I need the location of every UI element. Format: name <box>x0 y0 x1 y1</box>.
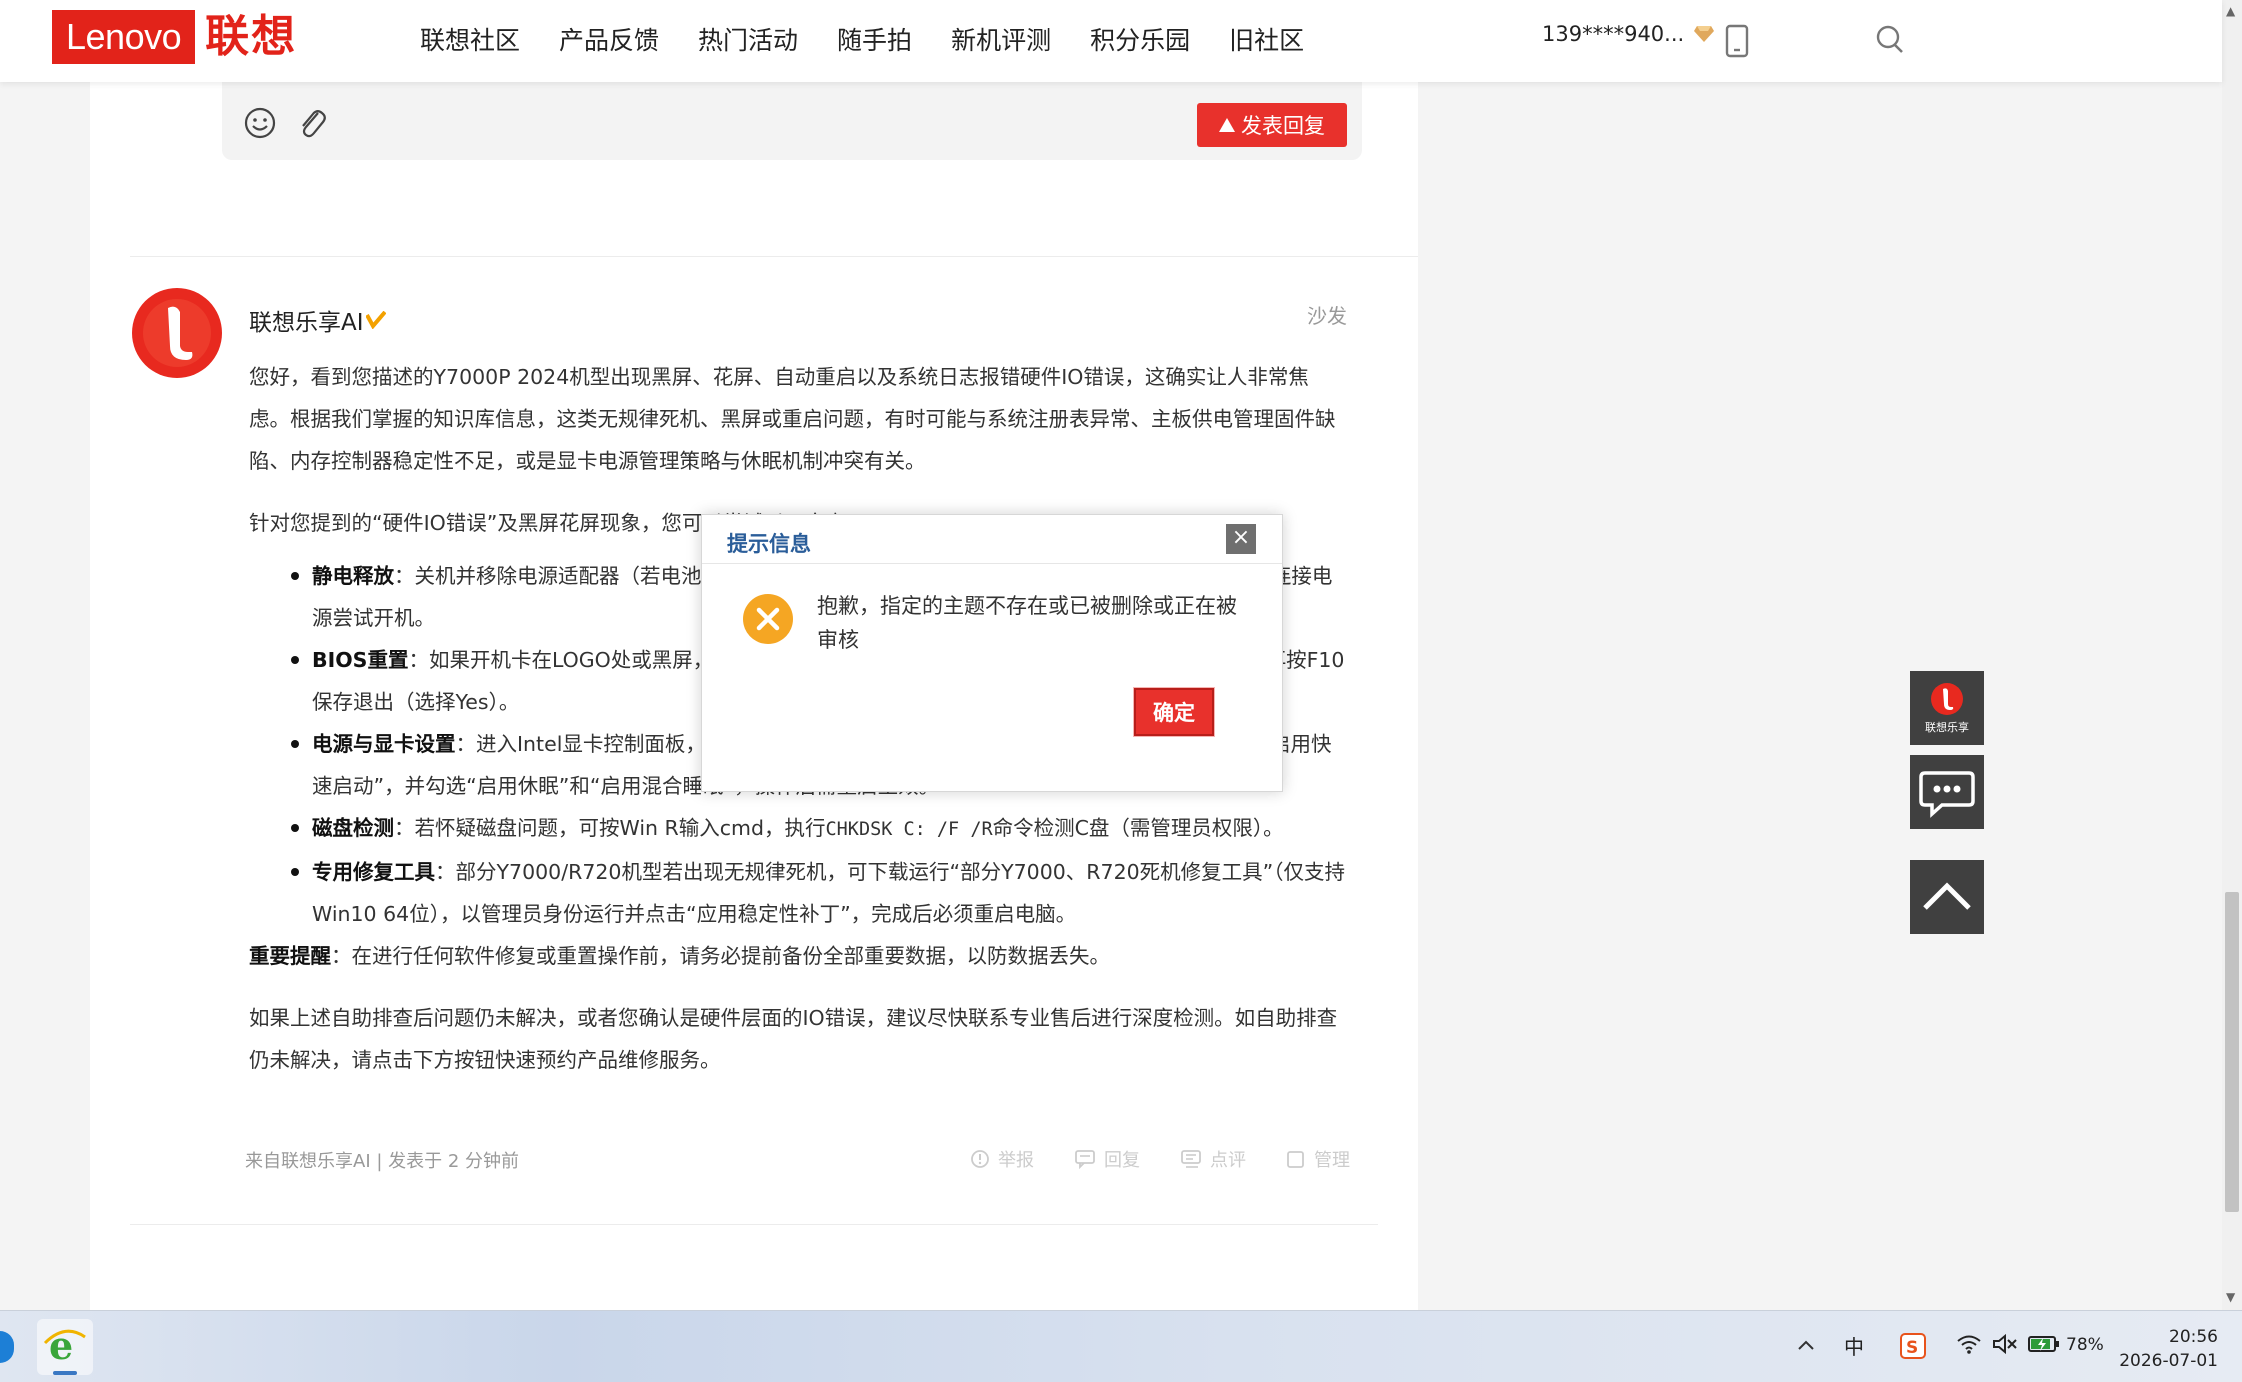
post-meta: 来自联想乐享AI | 发表于 2 分钟前 <box>245 1151 520 1172</box>
nav-item-community[interactable]: 联想社区 <box>420 21 520 57</box>
mobile-icon[interactable] <box>1725 24 1749 58</box>
logo-en: Lenovo <box>52 10 196 64</box>
nav-item-points[interactable]: 积分乐园 <box>1090 21 1190 57</box>
reply-editor-toolbar <box>222 82 1362 160</box>
user-menu[interactable]: 139****940... <box>1542 22 1715 46</box>
clock-time: 20:56 <box>2169 1327 2218 1347</box>
ie-browser-taskbar-item[interactable]: e <box>37 1319 93 1375</box>
reply-label: 回复 <box>1104 1150 1140 1171</box>
manage-action[interactable]: 管理 <box>1286 1146 1350 1172</box>
top-navbar: Lenovo 联想 联想社区 产品反馈 热门活动 随手拍 新机评测 积分乐园 旧… <box>0 0 2222 82</box>
important-note: 重要提醒：在进行任何软件修复或重置操作前，请务必提前备份全部重要数据，以防数据丢… <box>249 935 1349 977</box>
volume-muted-icon[interactable] <box>1992 1333 2018 1355</box>
post-reply-label: 发表回复 <box>1241 114 1325 138</box>
dialog-header: 提示信息 × <box>702 515 1282 564</box>
nav-item-snapshots[interactable]: 随手拍 <box>837 21 912 57</box>
comment-action[interactable]: 点评 <box>1180 1146 1246 1172</box>
verified-icon <box>365 311 386 329</box>
command-code: CHKDSK C: /F /R <box>825 819 993 840</box>
tray-overflow-chevron-icon[interactable] <box>1797 1339 1815 1351</box>
scroll-up-arrow-icon[interactable]: ▲ <box>2226 4 2235 18</box>
attachment-icon[interactable] <box>294 105 328 141</box>
chat-bubble-icon <box>1919 771 1975 818</box>
emoji-icon[interactable] <box>243 106 277 140</box>
post-paragraph: 如果上述自助排查后问题仍未解决，或者您确认是硬件层面的IO错误，建议尽快联系专业… <box>249 1006 1338 1072</box>
floor-label: 沙发 <box>1307 304 1347 328</box>
list-item-text: 命令检测C盘（需管理员权限）。 <box>992 816 1284 840</box>
nav-item-feedback[interactable]: 产品反馈 <box>559 21 659 57</box>
list-item: 磁盘检测：若怀疑磁盘问题，可按Win R输入cmd，执行CHKDSK C: /F… <box>291 807 1349 851</box>
main-nav: 联想社区 产品反馈 热门活动 随手拍 新机评测 积分乐园 旧社区 <box>420 0 1343 78</box>
reply-action[interactable]: 回复 <box>1074 1146 1140 1172</box>
ai-assistant-label: 联想乐享 <box>1925 720 1969 734</box>
nav-item-old-community[interactable]: 旧社区 <box>1229 21 1304 57</box>
ime-indicator[interactable]: 中 <box>1844 1331 1864 1360</box>
ai-avatar[interactable] <box>132 288 222 378</box>
battery-charging-icon[interactable] <box>2028 1335 2060 1353</box>
post-paragraph: 您好，看到您描述的Y7000P 2024机型出现黑屏、花屏、自动重启以及系统日志… <box>249 365 1336 473</box>
dialog-ok-button[interactable]: 确定 <box>1134 688 1214 736</box>
scroll-down-arrow-icon[interactable]: ▼ <box>2226 1290 2235 1304</box>
list-item-title: 专用修复工具 <box>312 860 435 884</box>
ai-assistant-button[interactable]: 联想乐享 <box>1910 671 1984 745</box>
comment-label: 点评 <box>1210 1150 1246 1171</box>
chevron-up-icon <box>1923 882 1971 910</box>
windows-taskbar: e 中 S 78% 20:56 2026-07-01 <box>0 1310 2242 1382</box>
list-item-text: ：若怀疑磁盘问题，可按Win R输入cmd，执行 <box>394 816 826 840</box>
message-button[interactable] <box>1910 755 1984 829</box>
report-label: 举报 <box>998 1150 1034 1171</box>
lenovo-ai-icon <box>1931 682 1963 715</box>
back-to-top-button[interactable] <box>1910 860 1984 934</box>
report-action[interactable]: 举报 <box>970 1146 1034 1172</box>
checkbox-icon <box>1287 1151 1304 1168</box>
reply-icon <box>1075 1150 1095 1169</box>
list-item-title: 静电释放 <box>312 564 394 588</box>
nav-item-events[interactable]: 热门活动 <box>698 21 798 57</box>
diamond-icon <box>1694 26 1715 42</box>
author-name[interactable]: 联想乐享AI <box>249 303 364 337</box>
battery-percent: 78% <box>2066 1335 2104 1355</box>
divider <box>130 1224 1378 1225</box>
system-clock[interactable]: 20:56 2026-07-01 <box>2118 1325 2218 1373</box>
active-indicator <box>53 1371 77 1375</box>
clock-date: 2026-07-01 <box>2119 1351 2218 1371</box>
nav-item-reviews[interactable]: 新机评测 <box>951 21 1051 57</box>
search-icon[interactable] <box>1875 24 1905 56</box>
manage-label: 管理 <box>1314 1150 1350 1171</box>
list-item-title: BIOS重置 <box>312 648 409 672</box>
dialog-message: 抱歉，指定的主题不存在或已被删除或正在被审核 <box>817 594 1237 652</box>
important-text: ：在进行任何软件修复或重置操作前，请务必提前备份全部重要数据，以防数据丢失。 <box>331 944 1110 968</box>
logo-cn: 联想 <box>205 11 298 62</box>
lenovo-logo[interactable]: Lenovo 联想 <box>52 10 297 64</box>
list-item-title: 电源与显卡设置 <box>312 732 456 756</box>
svg-text:S: S <box>1906 1338 1918 1358</box>
important-title: 重要提醒 <box>249 944 331 968</box>
post-actions: 举报 回复 点评 管理 <box>970 1146 1390 1172</box>
alert-dialog: 提示信息 × 抱歉，指定的主题不存在或已被删除或正在被审核 确定 <box>701 514 1283 792</box>
ie-browser-icon: e <box>43 1323 86 1368</box>
sogou-ime-icon[interactable]: S <box>1900 1333 1926 1359</box>
list-item: 专用修复工具：部分Y7000/R720机型若出现无规律死机，可下载运行“部分Y7… <box>291 851 1349 935</box>
username[interactable]: 139****940... <box>1542 22 1684 46</box>
scrollbar-thumb[interactable] <box>2225 892 2239 1212</box>
divider <box>130 256 1418 257</box>
list-item-text: ：部分Y7000/R720机型若出现无规律死机，可下载运行“部分Y7000、R7… <box>312 860 1346 926</box>
post-arrow-icon <box>1219 118 1235 132</box>
dialog-title: 提示信息 <box>727 532 811 556</box>
post-author[interactable]: 联想乐享AI <box>249 303 386 337</box>
post-reply-button[interactable]: 发表回复 <box>1197 103 1347 147</box>
report-icon <box>971 1150 989 1168</box>
wifi-icon[interactable] <box>1956 1333 1982 1355</box>
error-icon <box>743 594 793 644</box>
dialog-close-button[interactable]: × <box>1226 524 1256 554</box>
comment-icon <box>1181 1150 1201 1168</box>
list-item-title: 磁盘检测 <box>312 816 394 840</box>
edge-browser-icon[interactable] <box>0 1331 14 1363</box>
